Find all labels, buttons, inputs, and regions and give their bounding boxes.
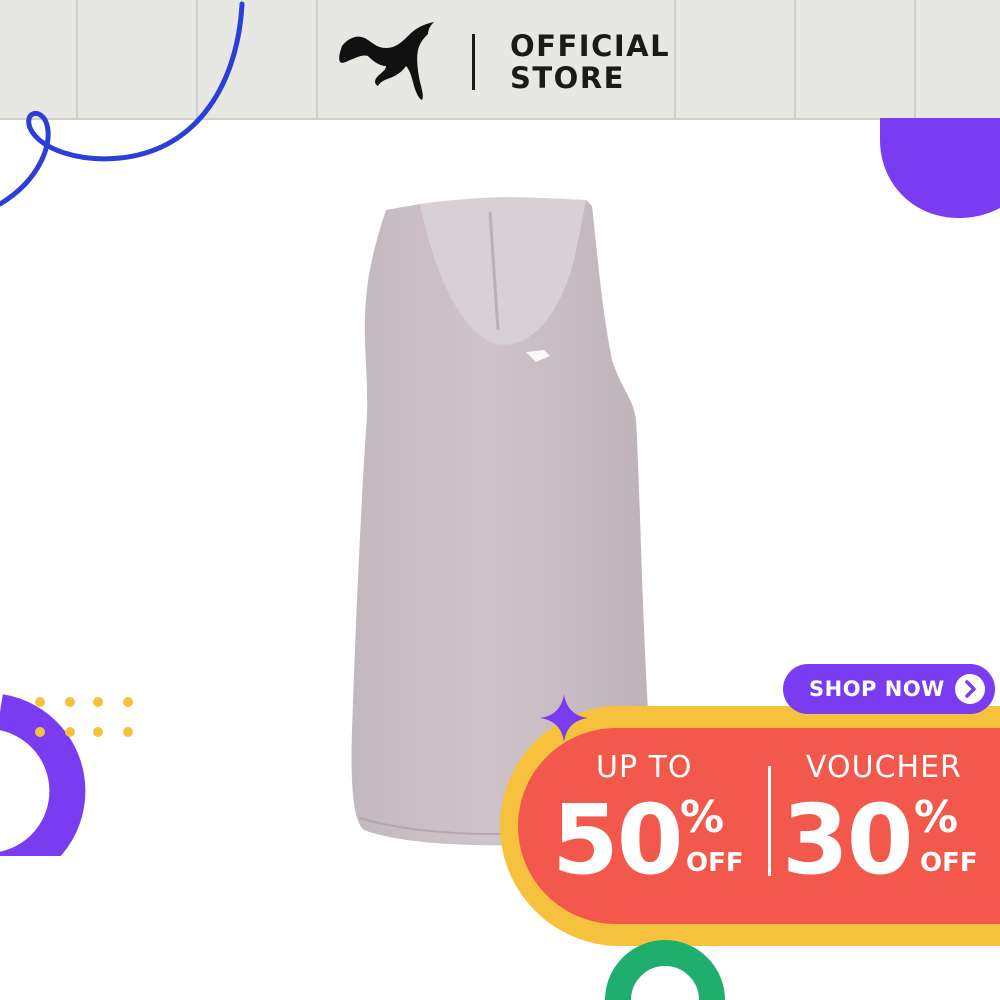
promo-left-number: 50 bbox=[552, 784, 684, 896]
promo-right-percent: % bbox=[914, 792, 959, 843]
promo-right-number: 30 bbox=[782, 784, 914, 896]
promo-left-percent: % bbox=[680, 792, 725, 843]
blue-squiggle-decoration bbox=[0, 1, 245, 207]
promo-right-off: OFF bbox=[920, 848, 978, 878]
chevron-right-icon bbox=[955, 674, 985, 704]
grid-divider bbox=[674, 0, 676, 118]
sparkle-icon bbox=[540, 694, 588, 742]
grid-divider bbox=[316, 0, 318, 118]
shop-now-label: SHOP NOW bbox=[809, 677, 945, 701]
promo-left-figure: 50 % OFF bbox=[552, 792, 762, 902]
brand-divider bbox=[472, 34, 475, 90]
purple-ring-decoration bbox=[0, 694, 133, 856]
promo-left-top-text: UP TO bbox=[596, 750, 693, 785]
store-label-line1: OFFICIAL bbox=[510, 29, 671, 63]
promo-left: UP TO bbox=[596, 752, 693, 784]
promo-right-top-text: VOUCHER bbox=[806, 750, 962, 785]
promo-left-off: OFF bbox=[686, 848, 744, 878]
promo-right-figure: 30 % OFF bbox=[782, 792, 992, 902]
green-ring-decoration bbox=[605, 940, 725, 1000]
grid-divider bbox=[914, 0, 916, 118]
shop-now-button[interactable]: SHOP NOW bbox=[783, 664, 995, 714]
puma-cat-icon bbox=[339, 22, 434, 100]
store-label-line2: STORE bbox=[510, 61, 625, 95]
purple-circle-decoration bbox=[880, 118, 1000, 218]
grid-divider bbox=[794, 0, 796, 118]
promo-separator bbox=[768, 766, 771, 876]
promo-right: VOUCHER bbox=[806, 752, 962, 784]
official-store-label: OFFICIAL STORE bbox=[510, 30, 670, 94]
